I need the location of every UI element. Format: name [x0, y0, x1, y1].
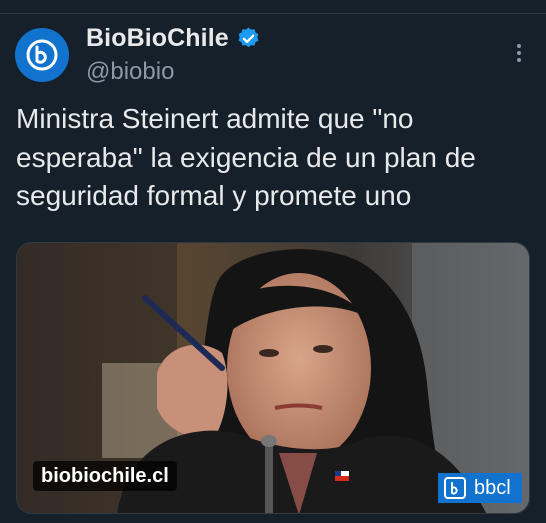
verified-badge-icon — [238, 27, 259, 48]
post[interactable]: BioBioChile @biobio Ministra Steinert ad… — [0, 0, 546, 523]
more-options-icon[interactable] — [508, 38, 530, 68]
biobio-small-logo-icon — [444, 477, 466, 499]
author-name-row: BioBioChile — [86, 24, 261, 53]
bbcl-watermark: bbcl — [438, 473, 522, 503]
author-display-name[interactable]: BioBioChile — [86, 24, 229, 53]
media-source-label: biobiochile.cl — [33, 461, 177, 491]
author-handle[interactable]: @biobio — [86, 58, 174, 86]
biobio-logo-icon — [26, 39, 58, 71]
post-media[interactable]: biobiochile.cl bbcl — [16, 242, 530, 514]
watermark-label: bbcl — [474, 476, 511, 499]
avatar[interactable] — [15, 28, 69, 82]
post-text: Ministra Steinert admite que "no esperab… — [16, 103, 476, 211]
